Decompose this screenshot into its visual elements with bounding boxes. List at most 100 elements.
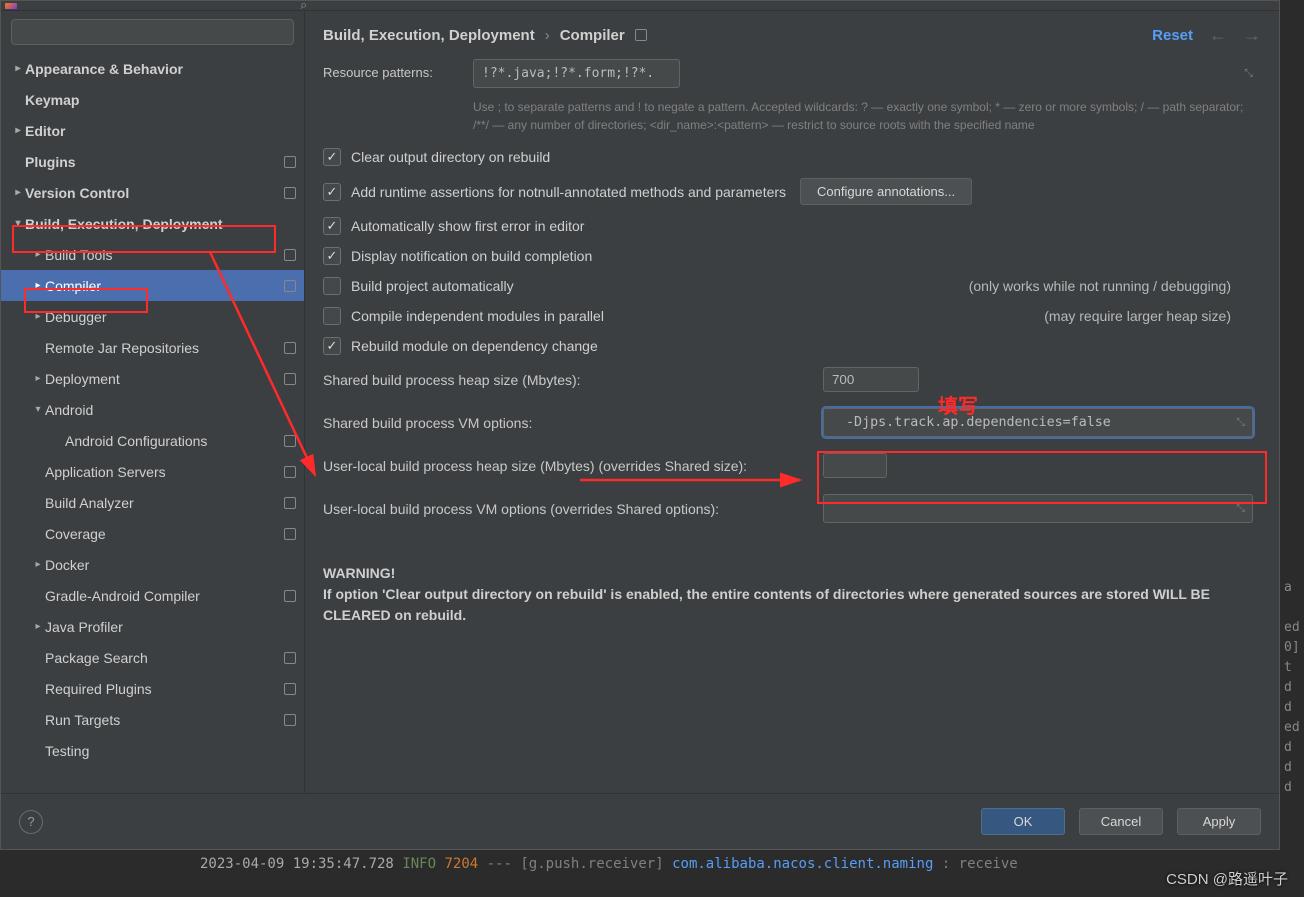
checkbox-label: Automatically show first error in editor <box>351 218 584 234</box>
checkbox-label: Clear output directory on rebuild <box>351 149 550 165</box>
scope-badge-icon <box>284 714 296 726</box>
scope-badge-icon <box>284 652 296 664</box>
user-vmopt-input[interactable] <box>823 494 1253 523</box>
tree-item-required-plugins[interactable]: Required Plugins <box>1 673 304 704</box>
checkbox[interactable] <box>323 277 341 295</box>
chevron-icon: ▸ <box>31 373 45 384</box>
tree-item-editor[interactable]: ▸Editor <box>1 115 304 146</box>
tree-item-label: Coverage <box>45 526 106 542</box>
tree-item-compiler[interactable]: ▸Compiler <box>1 270 304 301</box>
scope-badge-icon <box>284 466 296 478</box>
search-icon: ⌕ <box>300 0 307 13</box>
back-icon[interactable]: ← <box>1209 25 1227 46</box>
tree-item-appearance-behavior[interactable]: ▸Appearance & Behavior <box>1 53 304 84</box>
tree-item-keymap[interactable]: Keymap <box>1 84 304 115</box>
settings-sidebar: ⌕ ▸Appearance & BehaviorKeymap▸EditorPlu… <box>1 11 305 793</box>
tree-item-label: Docker <box>45 557 89 573</box>
settings-search-input[interactable] <box>11 19 294 45</box>
tree-item-label: Editor <box>25 123 65 139</box>
tree-item-deployment[interactable]: ▸Deployment <box>1 363 304 394</box>
tree-item-run-targets[interactable]: Run Targets <box>1 704 304 735</box>
tree-item-version-control[interactable]: ▸Version Control <box>1 177 304 208</box>
chevron-icon: ▸ <box>31 249 45 260</box>
tree-item-label: Plugins <box>25 154 76 170</box>
checkbox[interactable] <box>323 148 341 166</box>
resource-patterns-input[interactable] <box>473 59 680 88</box>
checkbox[interactable] <box>323 337 341 355</box>
chevron-icon: ▸ <box>31 280 45 291</box>
settings-tree[interactable]: ▸Appearance & BehaviorKeymap▸EditorPlugi… <box>1 53 304 793</box>
tree-item-testing[interactable]: Testing <box>1 735 304 766</box>
chevron-icon: ▾ <box>31 404 45 415</box>
cancel-button[interactable]: Cancel <box>1079 808 1163 835</box>
tree-item-label: Gradle-Android Compiler <box>45 588 200 604</box>
scope-badge-icon <box>284 497 296 509</box>
background-editor-strip: aed0]tddedddd <box>1280 0 1304 850</box>
shared-heap-input[interactable] <box>823 367 919 392</box>
warning-body: If option 'Clear output directory on reb… <box>323 584 1261 626</box>
tree-item-android-configurations[interactable]: Android Configurations <box>1 425 304 456</box>
checkbox-note: (only works while not running / debuggin… <box>969 278 1261 294</box>
tree-item-label: Appearance & Behavior <box>25 61 183 77</box>
tree-item-build-analyzer[interactable]: Build Analyzer <box>1 487 304 518</box>
tree-item-docker[interactable]: ▸Docker <box>1 549 304 580</box>
ide-logo-icon <box>5 3 17 9</box>
tree-item-label: Build Analyzer <box>45 495 134 511</box>
chevron-icon: ▸ <box>11 187 25 198</box>
scope-badge-icon <box>284 280 296 292</box>
checkbox[interactable] <box>323 217 341 235</box>
scope-badge-icon <box>284 435 296 447</box>
tree-item-gradle-android-compiler[interactable]: Gradle-Android Compiler <box>1 580 304 611</box>
tree-item-plugins[interactable]: Plugins <box>1 146 304 177</box>
tree-item-application-servers[interactable]: Application Servers <box>1 456 304 487</box>
tree-item-label: Run Targets <box>45 712 120 728</box>
tree-item-label: Build Tools <box>45 247 112 263</box>
tree-item-debugger[interactable]: ▸Debugger <box>1 301 304 332</box>
tree-item-label: Android Configurations <box>65 433 207 449</box>
checkbox[interactable] <box>323 307 341 325</box>
scope-badge-icon <box>284 249 296 261</box>
tree-item-label: Application Servers <box>45 464 166 480</box>
tree-item-android[interactable]: ▾Android <box>1 394 304 425</box>
chevron-icon: ▸ <box>31 559 45 570</box>
tree-item-build-execution-deployment[interactable]: ▾Build, Execution, Deployment <box>1 208 304 239</box>
shared-vmopt-label: Shared build process VM options: <box>323 415 823 431</box>
tree-item-coverage[interactable]: Coverage <box>1 518 304 549</box>
tree-item-label: Deployment <box>45 371 120 387</box>
configure-annotations-button[interactable]: Configure annotations... <box>800 178 972 205</box>
user-vmopt-label: User-local build process VM options (ove… <box>323 501 823 517</box>
reset-link[interactable]: Reset <box>1152 27 1193 44</box>
tree-item-label: Java Profiler <box>45 619 123 635</box>
checkbox-label: Add runtime assertions for notnull-annot… <box>351 184 786 200</box>
resource-patterns-label: Resource patterns: <box>323 59 473 80</box>
help-button[interactable]: ? <box>19 810 43 834</box>
breadcrumb: Compiler <box>560 27 625 44</box>
scope-badge-icon <box>284 590 296 602</box>
checkbox-note: (may require larger heap size) <box>1044 308 1261 324</box>
tree-item-label: Required Plugins <box>45 681 152 697</box>
tree-item-package-search[interactable]: Package Search <box>1 642 304 673</box>
chevron-icon: ▾ <box>11 218 25 229</box>
expand-icon[interactable]: ⤡ <box>1244 67 1253 80</box>
ok-button[interactable]: OK <box>981 808 1065 835</box>
tree-item-remote-jar-repositories[interactable]: Remote Jar Repositories <box>1 332 304 363</box>
checkbox[interactable] <box>323 247 341 265</box>
apply-button[interactable]: Apply <box>1177 808 1261 835</box>
tree-item-label: Package Search <box>45 650 148 666</box>
tree-item-label: Debugger <box>45 309 107 325</box>
tree-item-label: Testing <box>45 743 89 759</box>
settings-main: Build, Execution, Deployment › Compiler … <box>305 11 1279 793</box>
tree-item-java-profiler[interactable]: ▸Java Profiler <box>1 611 304 642</box>
shared-vmopt-input[interactable] <box>823 408 1253 437</box>
forward-icon[interactable]: → <box>1243 25 1261 46</box>
scope-badge-icon <box>284 528 296 540</box>
breadcrumb[interactable]: Build, Execution, Deployment <box>323 27 535 44</box>
shared-heap-label: Shared build process heap size (Mbytes): <box>323 372 823 388</box>
watermark: CSDN @路遥叶子 <box>1166 868 1288 889</box>
checkbox-label: Build project automatically <box>351 278 514 294</box>
user-heap-input[interactable] <box>823 453 887 478</box>
scope-badge-icon <box>284 373 296 385</box>
tree-item-build-tools[interactable]: ▸Build Tools <box>1 239 304 270</box>
checkbox[interactable] <box>323 183 341 201</box>
scope-badge-icon <box>284 156 296 168</box>
